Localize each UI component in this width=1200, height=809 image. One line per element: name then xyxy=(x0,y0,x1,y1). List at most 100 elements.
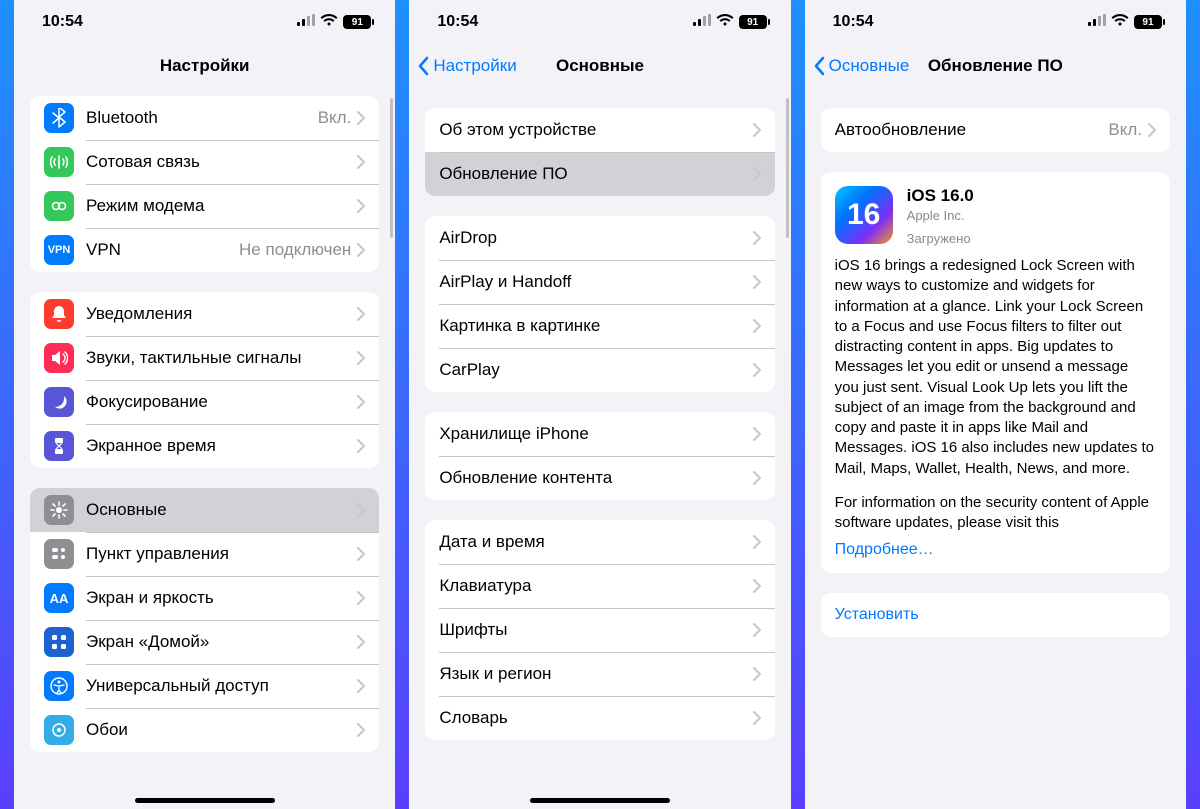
general-row[interactable]: AirPlay и Handoff xyxy=(425,260,774,304)
wifi-icon xyxy=(716,13,734,31)
chevron-right-icon xyxy=(357,723,365,737)
row-value: Не подключен xyxy=(239,240,351,260)
row-label: Картинка в картинке xyxy=(439,316,752,336)
chevron-right-icon xyxy=(753,363,761,377)
general-list[interactable]: Об этом устройстве Обновление ПО AirDrop Ai… xyxy=(409,88,790,809)
settings-row-control-center[interactable]: Пункт управления xyxy=(30,532,379,576)
back-button[interactable]: Настройки xyxy=(417,44,516,87)
general-row[interactable]: Об этом устройстве xyxy=(425,108,774,152)
settings-row-vpn[interactable]: VPNVPNНе подключен xyxy=(30,228,379,272)
row-label: Экранное время xyxy=(86,436,357,456)
general-row[interactable]: AirDrop xyxy=(425,216,774,260)
general-row[interactable]: Обновление ПО xyxy=(425,152,774,196)
back-label: Настройки xyxy=(433,56,516,76)
update-description: iOS 16 brings a redesigned Lock Screen w… xyxy=(835,256,1156,533)
scrollbar[interactable] xyxy=(786,98,789,238)
update-state: Загружено xyxy=(907,231,974,246)
row-label: Обновление ПО xyxy=(439,164,752,184)
screentime-icon xyxy=(44,431,74,461)
status-bar: 10:54 91 xyxy=(409,0,790,44)
row-label: Экран «Домой» xyxy=(86,632,357,652)
general-row[interactable]: Картинка в картинке xyxy=(425,304,774,348)
settings-row-bluetooth[interactable]: BluetoothВкл. xyxy=(30,96,379,140)
nav-bar: Настройки Основные xyxy=(409,44,790,88)
settings-row-focus[interactable]: Фокусирование xyxy=(30,380,379,424)
cellular-signal-icon xyxy=(693,13,711,31)
nav-title: Обновление ПО xyxy=(928,56,1063,76)
row-label: AirPlay и Handoff xyxy=(439,272,752,292)
general-row[interactable]: Словарь xyxy=(425,696,774,740)
settings-group: BluetoothВкл. Сотовая связь Режим модема VP… xyxy=(30,96,379,272)
chevron-right-icon xyxy=(357,243,365,257)
settings-row-general[interactable]: Основные xyxy=(30,488,379,532)
row-label: Экран и яркость xyxy=(86,588,357,608)
nav-bar: Основные Обновление ПО xyxy=(805,44,1186,88)
nav-title: Настройки xyxy=(160,56,250,76)
settings-row-display[interactable]: AA Экран и яркость xyxy=(30,576,379,620)
learn-more-link[interactable]: Подробнее… xyxy=(835,541,934,558)
row-label: Пункт управления xyxy=(86,544,357,564)
chevron-right-icon xyxy=(753,623,761,637)
wifi-icon xyxy=(1111,13,1129,31)
auto-update-row[interactable]: Автообновление Вкл. xyxy=(821,108,1170,152)
chevron-right-icon xyxy=(753,471,761,485)
row-label: Об этом устройстве xyxy=(439,120,752,140)
chevron-right-icon xyxy=(753,123,761,137)
chevron-right-icon xyxy=(753,167,761,181)
general-group: Об этом устройстве Обновление ПО xyxy=(425,108,774,196)
general-row[interactable]: Хранилище iPhone xyxy=(425,412,774,456)
settings-row-sounds[interactable]: Звуки, тактильные сигналы xyxy=(30,336,379,380)
status-time: 10:54 xyxy=(437,13,478,31)
nav-bar: Настройки xyxy=(14,44,395,88)
back-button[interactable]: Основные xyxy=(813,44,910,87)
row-label: Режим модема xyxy=(86,196,357,216)
settings-row-accessibility[interactable]: Универсальный доступ xyxy=(30,664,379,708)
general-row[interactable]: Обновление контента xyxy=(425,456,774,500)
general-row[interactable]: Клавиатура xyxy=(425,564,774,608)
sounds-icon xyxy=(44,343,74,373)
settings-row-wallpaper[interactable]: Обои xyxy=(30,708,379,752)
auto-update-value: Вкл. xyxy=(1108,120,1142,140)
settings-row-notifications[interactable]: Уведомления xyxy=(30,292,379,336)
general-group: Дата и времяКлавиатураШрифтыЯзык и регио… xyxy=(425,520,774,740)
chevron-right-icon xyxy=(357,395,365,409)
chevron-right-icon xyxy=(357,635,365,649)
chevron-right-icon xyxy=(753,231,761,245)
focus-icon xyxy=(44,387,74,417)
battery-icon: 91 xyxy=(739,15,767,29)
general-row[interactable]: CarPlay xyxy=(425,348,774,392)
settings-row-home-screen[interactable]: Экран «Домой» xyxy=(30,620,379,664)
row-label: Bluetooth xyxy=(86,108,318,128)
general-row[interactable]: Шрифты xyxy=(425,608,774,652)
row-label: Фокусирование xyxy=(86,392,357,412)
home-indicator[interactable] xyxy=(135,798,275,803)
battery-icon: 91 xyxy=(343,15,371,29)
settings-list[interactable]: BluetoothВкл. Сотовая связь Режим модема VP… xyxy=(14,88,395,809)
general-row[interactable]: Язык и регион xyxy=(425,652,774,696)
row-label: Сотовая связь xyxy=(86,152,357,172)
settings-row-hotspot[interactable]: Режим модема xyxy=(30,184,379,228)
install-row[interactable]: Установить xyxy=(821,593,1170,637)
row-value: Вкл. xyxy=(318,108,352,128)
update-name: iOS 16.0 xyxy=(907,186,974,206)
scrollbar[interactable] xyxy=(390,98,393,238)
settings-root-screen: 10:54 91 Настройки BluetoothВкл.Сотовая … xyxy=(14,0,395,809)
update-content[interactable]: Автообновление Вкл. 16 iOS 16.0 Apple In… xyxy=(805,88,1186,809)
home-indicator[interactable] xyxy=(530,798,670,803)
chevron-right-icon xyxy=(753,667,761,681)
status-time: 10:54 xyxy=(833,13,874,31)
settings-row-cellular[interactable]: Сотовая связь xyxy=(30,140,379,184)
cellular-icon xyxy=(44,147,74,177)
general-row[interactable]: Дата и время xyxy=(425,520,774,564)
row-label: Словарь xyxy=(439,708,752,728)
settings-row-screentime[interactable]: Экранное время xyxy=(30,424,379,468)
general-group: Хранилище iPhoneОбновление контента xyxy=(425,412,774,500)
accessibility-icon xyxy=(44,671,74,701)
update-vendor: Apple Inc. xyxy=(907,208,974,223)
chevron-right-icon xyxy=(753,427,761,441)
chevron-right-icon xyxy=(357,199,365,213)
display-icon: AA xyxy=(44,583,74,613)
bluetooth-icon xyxy=(44,103,74,133)
chevron-right-icon xyxy=(753,535,761,549)
auto-update-row-group: Автообновление Вкл. xyxy=(821,108,1170,152)
